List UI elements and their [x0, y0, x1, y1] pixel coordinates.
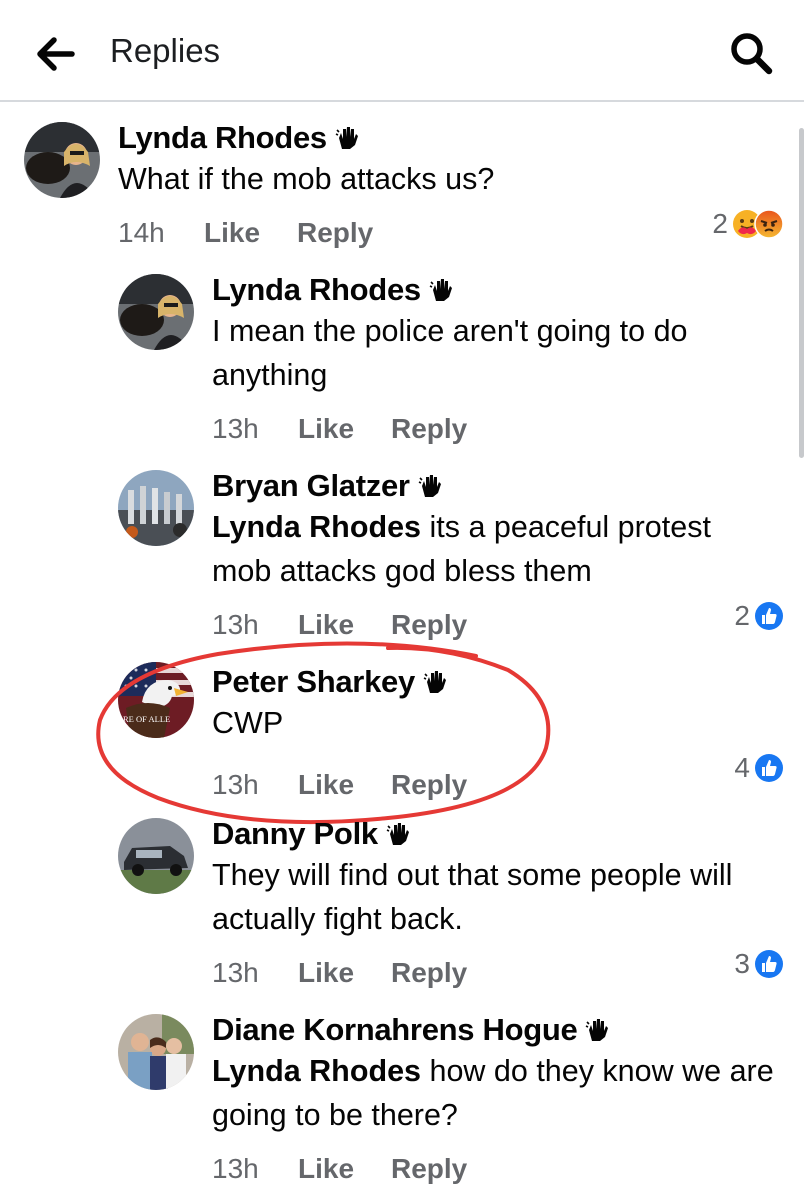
reply-button[interactable]: Reply	[391, 413, 467, 445]
wave-icon[interactable]	[418, 473, 444, 499]
avatar[interactable]: RE OF ALLE	[118, 662, 194, 738]
avatar[interactable]	[118, 818, 194, 894]
comment-timestamp: 13h	[212, 769, 259, 800]
avatar[interactable]	[118, 470, 194, 546]
like-button[interactable]: Like	[298, 957, 391, 989]
comment-timestamp: 13h	[212, 413, 259, 444]
comment-timestamp: 13h	[212, 609, 259, 640]
like-button[interactable]: Like	[298, 1153, 391, 1185]
wave-icon[interactable]	[585, 1017, 611, 1043]
wave-icon[interactable]	[429, 277, 455, 303]
like-button[interactable]: Like	[298, 413, 391, 445]
like-button[interactable]: Like	[298, 609, 391, 641]
reaction-count: 3	[734, 948, 750, 979]
like-button[interactable]: Like	[298, 769, 391, 801]
reply-button[interactable]: Reply	[391, 769, 467, 801]
reply-button[interactable]: Reply	[391, 1153, 467, 1185]
comment-author[interactable]: Bryan Glatzer	[212, 468, 410, 504]
search-button[interactable]	[728, 30, 774, 76]
like-reaction-icon	[755, 602, 783, 630]
comment-text: What if the mob attacks us?	[118, 162, 495, 196]
reaction-summary[interactable]: 2	[734, 600, 784, 632]
reaction-summary[interactable]: 4	[734, 752, 784, 784]
reaction-summary[interactable]: 2	[712, 208, 784, 240]
like-button[interactable]: Like	[204, 217, 297, 249]
wave-icon[interactable]	[423, 669, 449, 695]
comment-text: I mean the police aren't going to do any…	[212, 314, 688, 392]
comment-timestamp: 13h	[212, 957, 259, 988]
back-button[interactable]	[36, 36, 76, 72]
avatar[interactable]	[24, 122, 100, 198]
scrollbar[interactable]	[799, 128, 804, 458]
reply-button[interactable]: Reply	[391, 609, 467, 641]
comment-author[interactable]: Lynda Rhodes	[212, 272, 421, 308]
comment-text: CWP	[212, 706, 284, 740]
comment-text: Lynda Rhodes how do they know we are goi…	[212, 1054, 774, 1132]
reaction-summary[interactable]: 3	[734, 948, 784, 980]
reaction-count: 2	[712, 208, 728, 239]
like-reaction-icon	[755, 754, 783, 782]
search-icon	[731, 33, 773, 75]
comment-timestamp: 13h	[212, 1153, 259, 1184]
app-header: Replies	[0, 0, 804, 102]
mention-link[interactable]: Lynda Rhodes	[212, 510, 421, 544]
avatar-caption: RE OF ALLE	[123, 714, 170, 724]
comment-author[interactable]: Lynda Rhodes	[118, 120, 327, 156]
avatar[interactable]	[118, 1014, 194, 1090]
comment-author[interactable]: Diane Kornahrens Hogue	[212, 1012, 578, 1048]
reply-button[interactable]: Reply	[297, 217, 373, 249]
reaction-count: 4	[734, 752, 750, 783]
comment-timestamp: 14h	[118, 217, 165, 248]
comment-author[interactable]: Danny Polk	[212, 816, 378, 852]
like-reaction-icon	[755, 950, 783, 978]
angry-reaction-icon	[754, 209, 784, 239]
comment-text: They will find out that some people will…	[212, 858, 733, 936]
wave-icon[interactable]	[386, 821, 412, 847]
wave-icon[interactable]	[335, 125, 361, 151]
comment-text: Lynda Rhodes its a peaceful protest mob …	[212, 510, 711, 588]
arrow-left-icon	[37, 37, 75, 71]
page-title: Replies	[110, 32, 221, 69]
comment-author[interactable]: Peter Sharkey	[212, 664, 415, 700]
mention-link[interactable]: Lynda Rhodes	[212, 1054, 421, 1088]
reply-button[interactable]: Reply	[391, 957, 467, 989]
avatar[interactable]	[118, 274, 194, 350]
reaction-count: 2	[734, 600, 750, 631]
